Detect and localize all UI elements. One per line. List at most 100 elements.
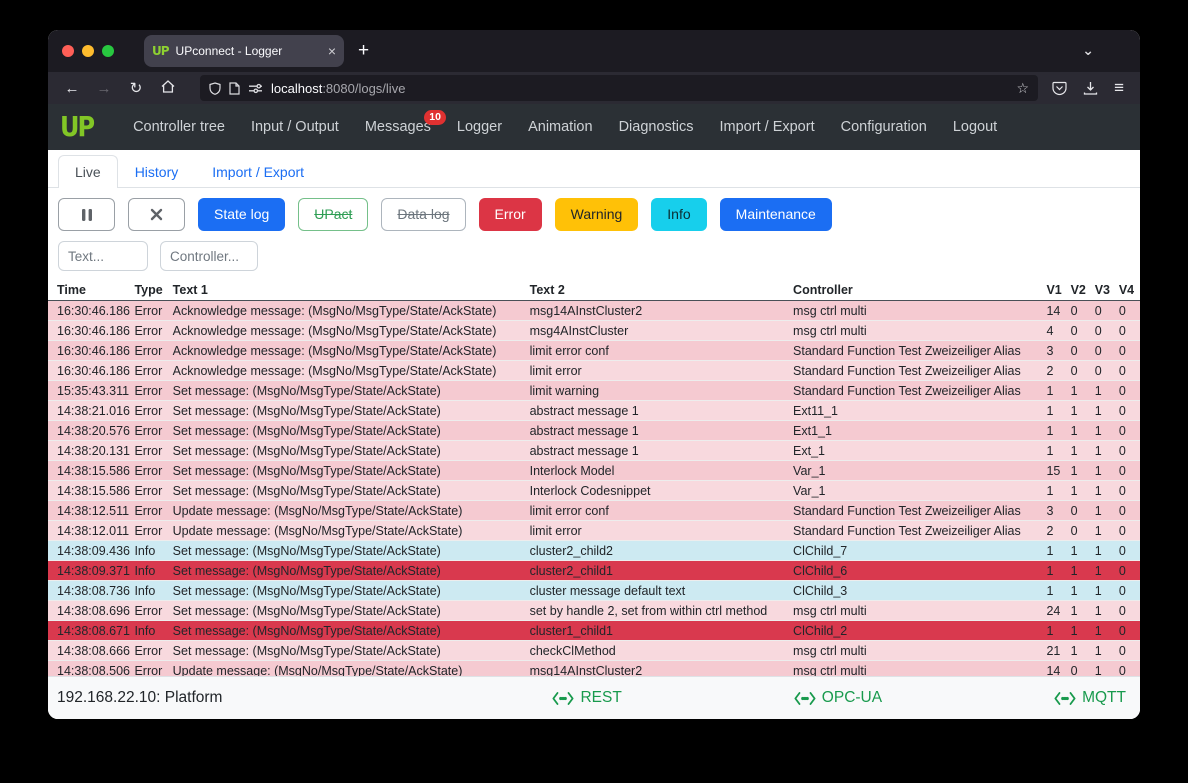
minimize-window-button[interactable] bbox=[82, 45, 94, 57]
log-row[interactable]: 14:38:15.586 Error Set message: (MsgNo/M… bbox=[48, 461, 1140, 481]
download-icon[interactable] bbox=[1083, 81, 1098, 96]
nav-item-animation[interactable]: Animation bbox=[528, 119, 592, 135]
log-row[interactable]: 14:38:08.666 Error Set message: (MsgNo/M… bbox=[48, 641, 1140, 661]
cell-text1: Set message: (MsgNo/MsgType/State/AckSta… bbox=[171, 641, 528, 661]
cell-text1: Update message: (MsgNo/MsgType/State/Ack… bbox=[171, 521, 528, 541]
tab-close-icon[interactable]: × bbox=[328, 43, 336, 59]
nav-item-logout[interactable]: Logout bbox=[953, 119, 997, 135]
cell-v1: 3 bbox=[1044, 341, 1068, 361]
url-bar[interactable]: localhost:8080/logs/live ☆ bbox=[200, 75, 1038, 101]
window-controls[interactable] bbox=[62, 45, 114, 57]
cell-v4: 0 bbox=[1117, 401, 1140, 421]
cell-v2: 0 bbox=[1069, 501, 1093, 521]
bookmark-star-icon[interactable]: ☆ bbox=[1017, 80, 1030, 97]
browser-window: UP UPconnect - Logger × + ⌄ ← → ↻ localh… bbox=[48, 30, 1140, 719]
cell-v3: 1 bbox=[1093, 601, 1117, 621]
error-filter-button[interactable]: Error bbox=[479, 198, 542, 231]
log-row[interactable]: 16:30:46.186 Error Acknowledge message: … bbox=[48, 321, 1140, 341]
log-row[interactable]: 16:30:46.186 Error Acknowledge message: … bbox=[48, 301, 1140, 321]
log-row[interactable]: 14:38:20.131 Error Set message: (MsgNo/M… bbox=[48, 441, 1140, 461]
state-log-button[interactable]: State log bbox=[198, 198, 285, 231]
url-text[interactable]: localhost:8080/logs/live bbox=[271, 81, 1009, 96]
pause-button[interactable] bbox=[58, 198, 115, 231]
upact-button[interactable]: UPact bbox=[298, 198, 368, 231]
connection-icon bbox=[552, 691, 574, 706]
cell-text1: Set message: (MsgNo/MsgType/State/AckSta… bbox=[171, 441, 528, 461]
text-filter-input[interactable] bbox=[58, 241, 148, 271]
cell-v4: 0 bbox=[1117, 481, 1140, 501]
log-row[interactable]: 14:38:08.671 Info Set message: (MsgNo/Ms… bbox=[48, 621, 1140, 641]
cell-time: 14:38:15.586 bbox=[48, 461, 132, 481]
cell-type: Error bbox=[132, 501, 170, 521]
log-row[interactable]: 14:38:09.436 Info Set message: (MsgNo/Ms… bbox=[48, 541, 1140, 561]
nav-item-import-export[interactable]: Import / Export bbox=[720, 119, 815, 135]
log-row[interactable]: 14:38:21.016 Error Set message: (MsgNo/M… bbox=[48, 401, 1140, 421]
nav-item-messages[interactable]: Messages10 bbox=[365, 119, 431, 135]
log-row[interactable]: 16:30:46.186 Error Acknowledge message: … bbox=[48, 341, 1140, 361]
logger-page: Live History Import / Export State log U… bbox=[48, 150, 1140, 719]
close-window-button[interactable] bbox=[62, 45, 74, 57]
cell-v4: 0 bbox=[1117, 361, 1140, 381]
rest-connection[interactable]: REST bbox=[552, 689, 621, 707]
cell-text2: abstract message 1 bbox=[528, 401, 791, 421]
col-time: Time bbox=[48, 280, 132, 301]
tab-live[interactable]: Live bbox=[58, 155, 118, 188]
url-path: :8080/logs/live bbox=[322, 81, 405, 96]
cell-v4: 0 bbox=[1117, 621, 1140, 641]
cell-controller: ClChild_3 bbox=[791, 581, 1044, 601]
nav-item-controller-tree[interactable]: Controller tree bbox=[133, 119, 225, 135]
log-row[interactable]: 14:38:08.696 Error Set message: (MsgNo/M… bbox=[48, 601, 1140, 621]
cell-v4: 0 bbox=[1117, 321, 1140, 341]
cell-controller: Standard Function Test Zweizeiliger Alia… bbox=[791, 381, 1044, 401]
back-button[interactable]: ← bbox=[58, 80, 86, 97]
nav-item-configuration[interactable]: Configuration bbox=[841, 119, 927, 135]
new-tab-button[interactable]: + bbox=[358, 40, 369, 62]
cell-v2: 0 bbox=[1069, 361, 1093, 381]
controller-filter-input[interactable] bbox=[160, 241, 258, 271]
data-log-button[interactable]: Data log bbox=[381, 198, 465, 231]
home-button[interactable] bbox=[154, 80, 182, 97]
cell-v2: 1 bbox=[1069, 601, 1093, 621]
browser-tab[interactable]: UP UPconnect - Logger × bbox=[144, 35, 344, 67]
log-row[interactable]: 15:35:43.311 Error Set message: (MsgNo/M… bbox=[48, 381, 1140, 401]
nav-item-logger[interactable]: Logger bbox=[457, 119, 502, 135]
maintenance-filter-button[interactable]: Maintenance bbox=[720, 198, 832, 231]
cell-time: 14:38:08.671 bbox=[48, 621, 132, 641]
log-row[interactable]: 14:38:12.011 Error Update message: (MsgN… bbox=[48, 521, 1140, 541]
cell-text2: Interlock Model bbox=[528, 461, 791, 481]
shield-icon[interactable] bbox=[209, 82, 221, 95]
nav-item-input-output[interactable]: Input / Output bbox=[251, 119, 339, 135]
log-table-container[interactable]: Time Type Text 1 Text 2 Controller V1 V2… bbox=[48, 280, 1140, 676]
list-tabs-chevron-icon[interactable]: ⌄ bbox=[1082, 42, 1094, 59]
mqtt-connection[interactable]: MQTT bbox=[1054, 689, 1126, 707]
log-row[interactable]: 14:38:09.371 Info Set message: (MsgNo/Ms… bbox=[48, 561, 1140, 581]
maximize-window-button[interactable] bbox=[102, 45, 114, 57]
page-info-icon[interactable] bbox=[229, 82, 240, 95]
tab-history[interactable]: History bbox=[118, 155, 196, 188]
cell-text2: msg14AInstCluster2 bbox=[528, 661, 791, 677]
log-row[interactable]: 14:38:15.586 Error Set message: (MsgNo/M… bbox=[48, 481, 1140, 501]
log-row[interactable]: 14:38:08.506 Error Update message: (MsgN… bbox=[48, 661, 1140, 677]
cell-text1: Set message: (MsgNo/MsgType/State/AckSta… bbox=[171, 541, 528, 561]
cell-v2: 1 bbox=[1069, 401, 1093, 421]
nav-item-diagnostics[interactable]: Diagnostics bbox=[619, 119, 694, 135]
cell-time: 16:30:46.186 bbox=[48, 361, 132, 381]
cell-v1: 1 bbox=[1044, 581, 1068, 601]
cell-time: 16:30:46.186 bbox=[48, 341, 132, 361]
site-permissions-icon[interactable] bbox=[248, 83, 263, 94]
opcua-connection[interactable]: OPC-UA bbox=[794, 689, 882, 707]
menu-hamburger-icon[interactable]: ≡ bbox=[1114, 78, 1124, 98]
log-row[interactable]: 16:30:46.186 Error Acknowledge message: … bbox=[48, 361, 1140, 381]
cell-controller: msg ctrl multi bbox=[791, 321, 1044, 341]
log-row[interactable]: 14:38:20.576 Error Set message: (MsgNo/M… bbox=[48, 421, 1140, 441]
cell-v1: 15 bbox=[1044, 461, 1068, 481]
warning-filter-button[interactable]: Warning bbox=[555, 198, 639, 231]
log-row[interactable]: 14:38:12.511 Error Update message: (MsgN… bbox=[48, 501, 1140, 521]
pocket-icon[interactable] bbox=[1052, 81, 1067, 96]
log-row[interactable]: 14:38:08.736 Info Set message: (MsgNo/Ms… bbox=[48, 581, 1140, 601]
reload-button[interactable]: ↻ bbox=[122, 79, 150, 97]
clear-button[interactable] bbox=[128, 198, 185, 231]
info-filter-button[interactable]: Info bbox=[651, 198, 706, 231]
cell-text2: limit error bbox=[528, 361, 791, 381]
tab-import-export[interactable]: Import / Export bbox=[195, 155, 321, 188]
